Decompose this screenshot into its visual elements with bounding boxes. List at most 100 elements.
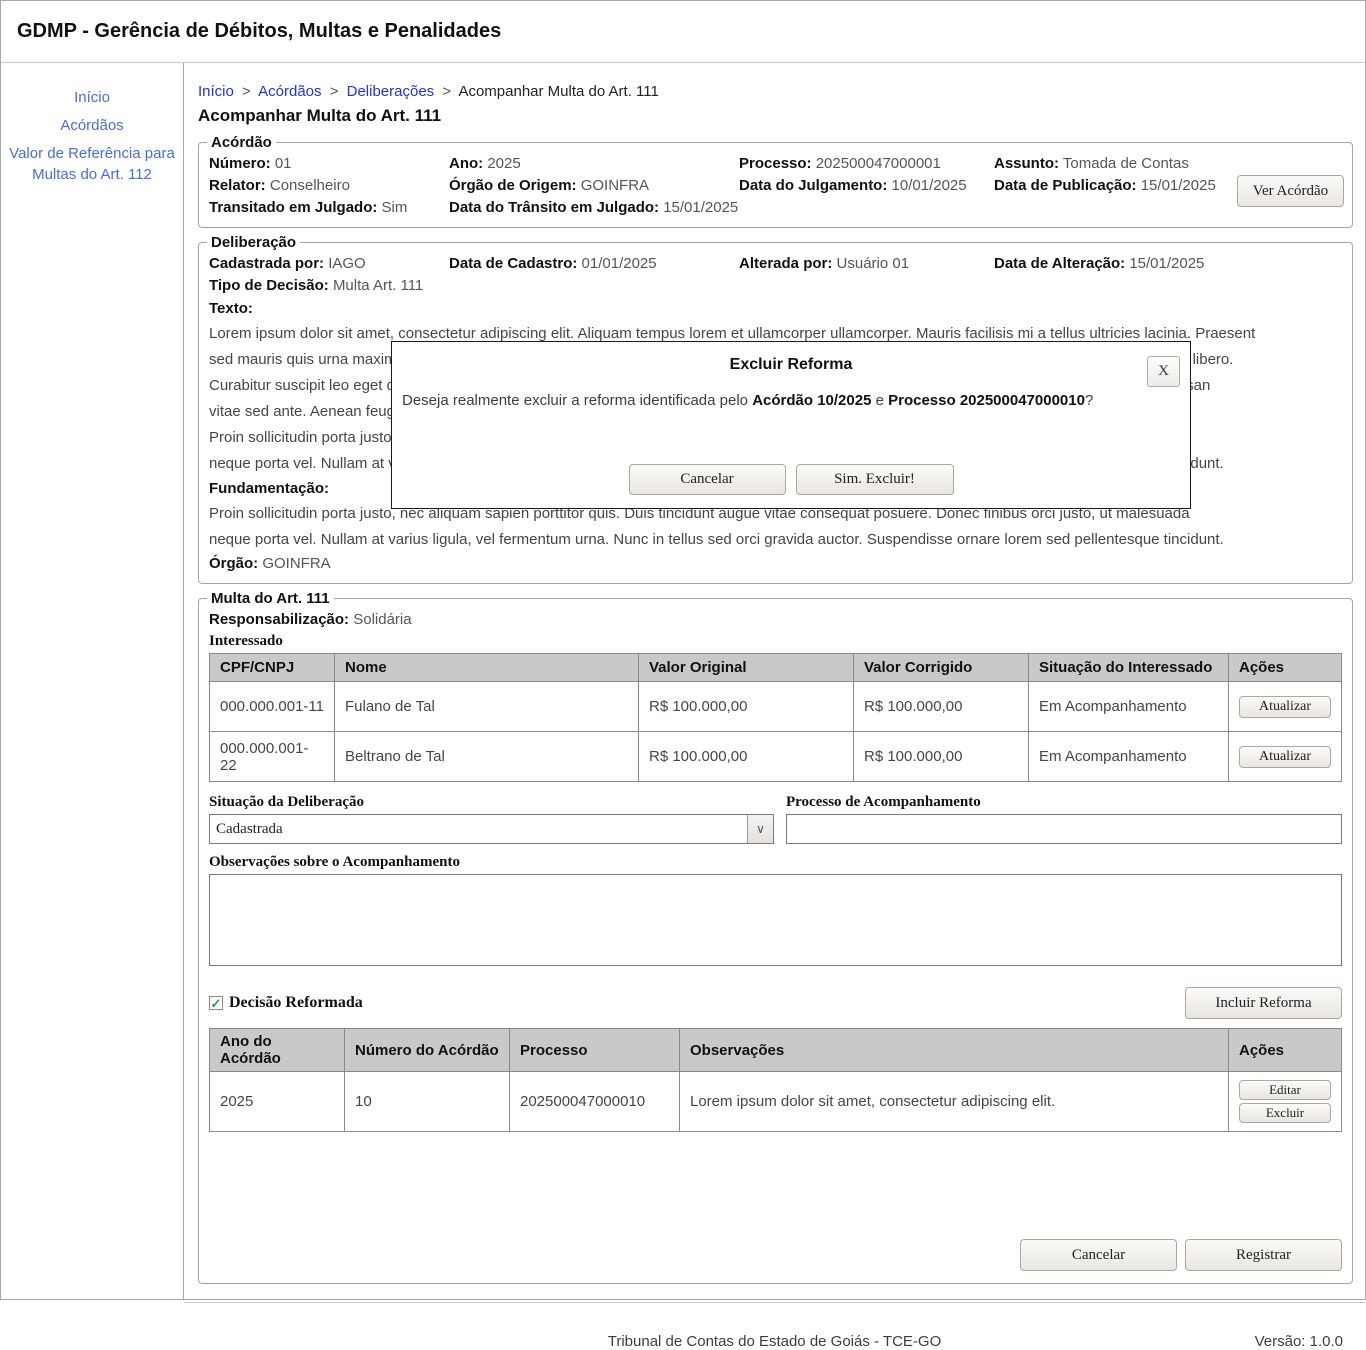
breadcrumb-separator: >: [242, 83, 251, 100]
cancelar-button[interactable]: Cancelar: [1020, 1239, 1177, 1271]
col-situacao-interessado: Situação do Interessado: [1029, 654, 1229, 682]
situacao-deliberacao-select[interactable]: Cadastrada ∨: [209, 814, 774, 844]
acordao-fieldset: Acórdão Número: 01 Ano: 2025 Processo: 2…: [198, 134, 1353, 228]
situacao-selected-value: Cadastrada: [210, 821, 747, 838]
orgao-value: GOINFRA: [262, 555, 330, 572]
ano-value: 2025: [487, 155, 520, 172]
transitado-value: Sim: [382, 199, 408, 216]
modal-sim-excluir-button[interactable]: Sim. Excluir!: [796, 464, 954, 495]
decisao-reformada-label: Decisão Reformada: [229, 993, 363, 1013]
fundamentacao-line: neque porta vel. Nullam at varius ligula…: [209, 527, 1342, 553]
col-observacoes: Observações: [680, 1029, 1229, 1072]
cell-situacao: Em Acompanhamento: [1029, 682, 1229, 732]
processo-label: Processo:: [739, 155, 812, 172]
footer-org: Tribunal de Contas do Estado de Goiás - …: [608, 1333, 942, 1350]
interessado-header-row: CPF/CNPJ Nome Valor Original Valor Corri…: [210, 654, 1342, 682]
relator-label: Relator:: [209, 177, 266, 194]
modal-cancelar-button[interactable]: Cancelar: [629, 464, 786, 495]
excluir-reforma-modal: Excluir Reforma X Deseja realmente exclu…: [391, 341, 1191, 509]
assunto-label: Assunto:: [994, 155, 1059, 172]
processo-value: 202500047000001: [816, 155, 941, 172]
breadcrumb-separator: >: [330, 83, 339, 100]
atualizar-button[interactable]: Atualizar: [1239, 746, 1331, 768]
table-row: 2025 10 202500047000010 Lorem ipsum dolo…: [210, 1072, 1342, 1132]
atualizar-button[interactable]: Atualizar: [1239, 696, 1331, 718]
breadcrumb: Início > Acórdãos > Deliberações > Acomp…: [198, 83, 1365, 100]
main-content: Início > Acórdãos > Deliberações > Acomp…: [184, 63, 1365, 1299]
col-ano-acordao: Ano do Acórdão: [210, 1029, 345, 1072]
ver-acordao-button[interactable]: Ver Acórdão: [1237, 175, 1344, 207]
col-nome: Nome: [335, 654, 639, 682]
sidebar-item-acordaos[interactable]: Acórdãos: [1, 115, 183, 136]
excluir-button[interactable]: Excluir: [1239, 1103, 1331, 1123]
tipo-decisao-label: Tipo de Decisão:: [209, 277, 329, 294]
interessado-table: CPF/CNPJ Nome Valor Original Valor Corri…: [209, 653, 1342, 782]
multa-fieldset: Multa do Art. 111 Responsabilização: Sol…: [198, 590, 1353, 1284]
col-acoes: Ações: [1229, 1029, 1342, 1072]
cell-observacoes: Lorem ipsum dolor sit amet, consectetur …: [680, 1072, 1229, 1132]
cell-valor-corrigido: R$ 100.000,00: [854, 732, 1029, 782]
breadcrumb-deliberacoes[interactable]: Deliberações: [347, 83, 435, 100]
col-numero-acordao: Número do Acórdão: [345, 1029, 510, 1072]
cadastrada-por-value: IAGO: [328, 255, 366, 272]
cell-numero: 10: [345, 1072, 510, 1132]
decisao-reformada-checkbox[interactable]: ✓: [209, 996, 223, 1010]
data-transito-value: 15/01/2025: [663, 199, 738, 216]
acordao-legend: Acórdão: [207, 134, 276, 151]
col-cpf-cnpj: CPF/CNPJ: [210, 654, 335, 682]
col-acoes: Ações: [1229, 654, 1342, 682]
modal-acordao-ref: Acórdão 10/2025: [752, 392, 871, 409]
data-publicacao-label: Data de Publicação:: [994, 177, 1137, 194]
cell-nome: Fulano de Tal: [335, 682, 639, 732]
processo-acompanhamento-input[interactable]: [786, 814, 1342, 844]
orgao-origem-value: GOINFRA: [581, 177, 649, 194]
assunto-value: Tomada de Contas: [1063, 155, 1189, 172]
observacoes-textarea[interactable]: [209, 874, 1342, 966]
app-title: GDMP - Gerência de Débitos, Multas e Pen…: [17, 20, 501, 43]
page-title: Acompanhar Multa do Art. 111: [198, 106, 1365, 126]
modal-title: Excluir Reforma: [392, 356, 1190, 374]
col-valor-corrigido: Valor Corrigido: [854, 654, 1029, 682]
cell-valor-original: R$ 100.000,00: [639, 732, 854, 782]
chevron-down-icon: ∨: [747, 815, 773, 843]
col-processo: Processo: [510, 1029, 680, 1072]
breadcrumb-current: Acompanhar Multa do Art. 111: [458, 83, 658, 100]
editar-button[interactable]: Editar: [1239, 1080, 1331, 1100]
modal-message-prefix: Deseja realmente excluir a reforma ident…: [402, 392, 752, 409]
data-julgamento-label: Data do Julgamento:: [739, 177, 887, 194]
orgao-origem-label: Órgão de Origem:: [449, 177, 577, 194]
table-row: 000.000.001-11 Fulano de Tal R$ 100.000,…: [210, 682, 1342, 732]
texto-label: Texto:: [209, 297, 1342, 321]
observacoes-label: Observações sobre o Acompanhamento: [209, 852, 1342, 872]
data-transito-label: Data do Trânsito em Julgado:: [449, 199, 659, 216]
modal-message-middle: e: [871, 392, 888, 409]
cell-nome: Beltrano de Tal: [335, 732, 639, 782]
data-publicacao-value: 15/01/2025: [1141, 177, 1216, 194]
cell-situacao: Em Acompanhamento: [1029, 732, 1229, 782]
interessado-label: Interessado: [209, 631, 1342, 651]
sidebar-item-valor-referencia[interactable]: Valor de Referência para Multas do Art. …: [1, 143, 183, 185]
registrar-button[interactable]: Registrar: [1185, 1239, 1342, 1271]
cadastrada-por-label: Cadastrada por:: [209, 255, 324, 272]
modal-message: Deseja realmente excluir a reforma ident…: [402, 392, 1180, 409]
modal-message-suffix: ?: [1085, 392, 1093, 409]
data-alteracao-value: 15/01/2025: [1129, 255, 1204, 272]
cell-ano: 2025: [210, 1072, 345, 1132]
incluir-reforma-button[interactable]: Incluir Reforma: [1185, 987, 1342, 1019]
table-row: 000.000.001-22 Beltrano de Tal R$ 100.00…: [210, 732, 1342, 782]
sidebar-item-inicio[interactable]: Início: [1, 87, 183, 108]
breadcrumb-inicio[interactable]: Início: [198, 83, 234, 100]
cell-valor-corrigido: R$ 100.000,00: [854, 682, 1029, 732]
transitado-label: Transitado em Julgado:: [209, 199, 377, 216]
modal-close-button[interactable]: X: [1147, 356, 1180, 387]
breadcrumb-separator: >: [442, 83, 451, 100]
reforma-header-row: Ano do Acórdão Número do Acórdão Process…: [210, 1029, 1342, 1072]
sidebar: Início Acórdãos Valor de Referência para…: [1, 63, 184, 1299]
processo-acompanhamento-label: Processo de Acompanhamento: [786, 792, 1342, 812]
breadcrumb-acordaos[interactable]: Acórdãos: [258, 83, 321, 100]
alterada-por-label: Alterada por:: [739, 255, 832, 272]
orgao-label: Órgão:: [209, 555, 258, 572]
cell-cpf: 000.000.001-11: [210, 682, 335, 732]
check-icon: ✓: [211, 997, 222, 1010]
col-valor-original: Valor Original: [639, 654, 854, 682]
